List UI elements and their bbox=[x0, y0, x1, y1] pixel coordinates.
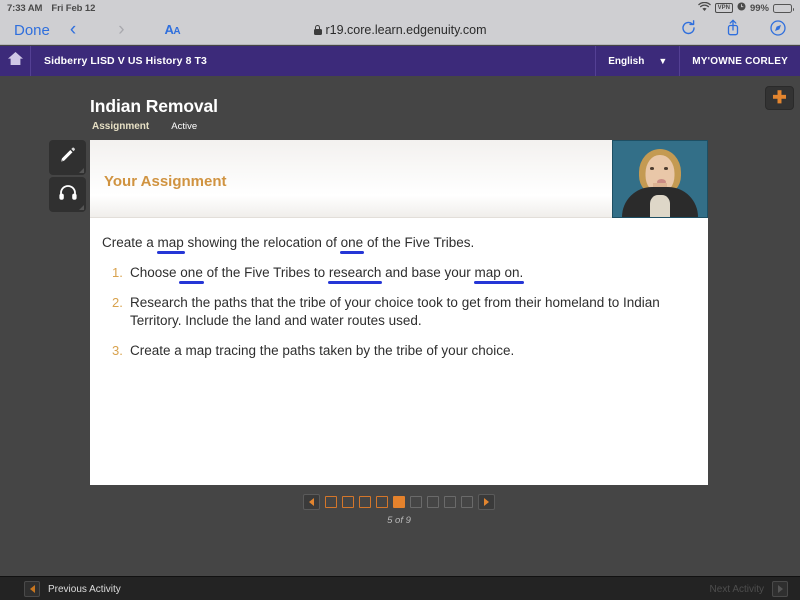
text-run: Choose bbox=[130, 265, 180, 280]
language-label: English bbox=[608, 56, 644, 67]
video-presenter[interactable] bbox=[612, 140, 708, 218]
annotation-underline: one bbox=[341, 235, 364, 250]
triangle-left-icon bbox=[24, 581, 40, 597]
home-button[interactable] bbox=[0, 46, 31, 76]
step-text: Research the paths that the tribe of you… bbox=[130, 294, 675, 331]
text-run: Research the paths that the tribe of you… bbox=[130, 295, 660, 329]
vpn-badge: VPN bbox=[715, 3, 733, 13]
step-number: 3. bbox=[102, 342, 130, 361]
step-number: 1. bbox=[102, 264, 130, 283]
course-title: Sidberry LISD V US History 8 T3 bbox=[44, 55, 207, 67]
previous-activity-button[interactable]: Previous Activity bbox=[24, 581, 121, 597]
triangle-right-icon bbox=[772, 581, 788, 597]
pagination-prev-button[interactable] bbox=[303, 494, 320, 510]
pagination: 5 of 9 bbox=[90, 494, 708, 526]
text-run: of the Five Tribes to bbox=[203, 265, 329, 280]
pagination-box[interactable] bbox=[427, 496, 439, 508]
assignment-card-header: Your Assignment bbox=[90, 140, 708, 218]
reload-icon[interactable] bbox=[681, 20, 696, 41]
pagination-row bbox=[303, 494, 495, 510]
compass-icon[interactable] bbox=[770, 20, 786, 41]
page-body: ✚ Indian Removal Assignment Active Your bbox=[0, 76, 800, 576]
course-bar-right: English ▼ MY'OWNE CORLEY bbox=[595, 46, 800, 76]
safari-toolbar: Done ‹ › AA r19.core.learn.edgenuity.com bbox=[0, 16, 800, 45]
assignment-lead-text: Create a map showing the relocation of o… bbox=[102, 234, 692, 252]
app-root: 7:33 AM Fri Feb 12 VPN 99% Done ‹ › AA r… bbox=[0, 0, 800, 600]
language-selector[interactable]: English ▼ bbox=[595, 46, 680, 76]
page-subtitle-row: Assignment Active bbox=[92, 121, 197, 132]
pagination-box[interactable] bbox=[342, 496, 354, 508]
course-header-bar: Sidberry LISD V US History 8 T3 English … bbox=[0, 46, 800, 76]
assignment-step: 2.Research the paths that the tribe of y… bbox=[102, 294, 692, 331]
step-text: Create a map tracing the paths taken by … bbox=[130, 342, 514, 361]
pagination-box[interactable] bbox=[461, 496, 473, 508]
battery-icon bbox=[773, 4, 792, 13]
annotation-underline: map on. bbox=[475, 265, 524, 280]
next-activity-label: Next Activity bbox=[710, 584, 764, 595]
ios-status-bar: 7:33 AM Fri Feb 12 VPN 99% bbox=[0, 0, 800, 16]
previous-activity-label: Previous Activity bbox=[48, 584, 121, 595]
user-name[interactable]: MY'OWNE CORLEY bbox=[680, 46, 800, 76]
home-icon bbox=[7, 51, 24, 71]
activity-state-label: Active bbox=[171, 121, 197, 132]
assignment-step: 1.Choose one of the Five Tribes to resea… bbox=[102, 264, 692, 283]
assignment-step: 3.Create a map tracing the paths taken b… bbox=[102, 342, 692, 361]
assignment-card-body: Create a map showing the relocation of o… bbox=[90, 218, 708, 361]
pagination-box[interactable] bbox=[393, 496, 405, 508]
text-run: of the Five Tribes. bbox=[363, 235, 474, 250]
pagination-next-button[interactable] bbox=[478, 494, 495, 510]
url-bar[interactable]: r19.core.learn.edgenuity.com bbox=[0, 23, 800, 37]
next-activity-button: Next Activity bbox=[710, 581, 788, 597]
pagination-box[interactable] bbox=[410, 496, 422, 508]
annotation-underline: one bbox=[180, 265, 203, 280]
tool-rail bbox=[49, 140, 86, 212]
pencil-icon bbox=[58, 146, 77, 170]
plus-icon: ✚ bbox=[772, 89, 786, 106]
pagination-box[interactable] bbox=[359, 496, 371, 508]
pagination-count: 5 of 9 bbox=[387, 515, 411, 526]
step-text: Choose one of the Five Tribes to researc… bbox=[130, 264, 523, 283]
pagination-boxes bbox=[325, 496, 473, 508]
pagination-box[interactable] bbox=[376, 496, 388, 508]
status-time: 7:33 AM bbox=[7, 3, 42, 14]
text-run: Create a map tracing the paths taken by … bbox=[130, 343, 514, 358]
headphones-icon bbox=[58, 184, 78, 206]
text-run: showing the relocation of bbox=[184, 235, 341, 250]
assignment-card: Your Assignment Create a map showing the… bbox=[90, 140, 708, 485]
share-icon[interactable] bbox=[726, 19, 740, 41]
pagination-box[interactable] bbox=[325, 496, 337, 508]
assignment-header-title: Your Assignment bbox=[104, 173, 227, 190]
chevron-down-icon: ▼ bbox=[658, 56, 667, 66]
step-number: 2. bbox=[102, 294, 130, 331]
triangle-right-icon bbox=[484, 498, 489, 506]
pagination-box[interactable] bbox=[444, 496, 456, 508]
add-tab-button[interactable]: ✚ bbox=[765, 86, 794, 110]
safari-actions bbox=[681, 19, 786, 41]
audio-tool-button[interactable] bbox=[49, 177, 86, 212]
activity-nav-bar: Previous Activity Next Activity bbox=[0, 576, 800, 600]
url-text: r19.core.learn.edgenuity.com bbox=[326, 23, 487, 37]
triangle-left-icon bbox=[309, 498, 314, 506]
lock-icon bbox=[314, 25, 322, 35]
activity-type-label: Assignment bbox=[92, 121, 149, 132]
text-run: Create a bbox=[102, 235, 158, 250]
annotation-underline: map bbox=[158, 235, 184, 250]
status-date: Fri Feb 12 bbox=[51, 3, 95, 14]
annotation-underline: research bbox=[329, 265, 382, 280]
status-right-group: VPN 99% bbox=[698, 2, 792, 15]
wifi-icon bbox=[698, 2, 711, 15]
assignment-steps-list: 1.Choose one of the Five Tribes to resea… bbox=[102, 264, 692, 361]
battery-percent: 99% bbox=[750, 3, 769, 14]
alarm-icon bbox=[737, 2, 746, 14]
notes-tool-button[interactable] bbox=[49, 140, 86, 175]
text-run: and base your bbox=[381, 265, 474, 280]
page-title: Indian Removal bbox=[90, 96, 218, 117]
